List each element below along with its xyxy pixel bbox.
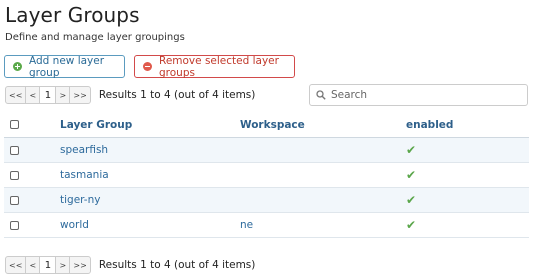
row-checkbox[interactable] bbox=[10, 220, 19, 230]
pager-top: << < 1 > >> Results 1 to 4 (out of 4 ite… bbox=[5, 86, 255, 104]
select-all-checkbox[interactable] bbox=[10, 120, 19, 129]
table-row: tiger-ny ✔ bbox=[4, 188, 529, 213]
table-header-row: Layer Group Workspace enabled bbox=[4, 112, 529, 138]
add-layer-group-button[interactable]: Add new layer group bbox=[4, 54, 125, 79]
add-icon bbox=[13, 62, 22, 71]
pager-bottom: << < 1 > >> Results 1 to 4 (out of 4 ite… bbox=[5, 256, 255, 274]
pager-first-button[interactable]: << bbox=[5, 86, 27, 104]
results-count: Results 1 to 4 (out of 4 items) bbox=[98, 259, 256, 271]
check-icon: ✔ bbox=[406, 143, 417, 157]
results-count: Results 1 to 4 (out of 4 items) bbox=[98, 89, 256, 101]
table-row: world ne ✔ bbox=[4, 213, 529, 238]
layer-groups-table: Layer Group Workspace enabled spearfish … bbox=[4, 112, 529, 238]
layer-group-link[interactable]: spearfish bbox=[60, 138, 108, 162]
pager-first-button[interactable]: << bbox=[5, 256, 27, 274]
row-checkbox[interactable] bbox=[10, 170, 19, 180]
search-input[interactable]: Search bbox=[309, 84, 528, 106]
remove-icon bbox=[143, 62, 152, 71]
check-icon: ✔ bbox=[406, 168, 417, 182]
add-layer-group-label: Add new layer group bbox=[29, 54, 105, 79]
pager-prev-button[interactable]: < bbox=[25, 86, 41, 104]
workspace-link[interactable]: ne bbox=[240, 213, 253, 237]
pager-current-page[interactable]: 1 bbox=[39, 86, 57, 104]
pager-last-button[interactable]: >> bbox=[69, 256, 91, 274]
remove-layer-groups-button[interactable]: Remove selected layer groups bbox=[134, 54, 295, 79]
table-row: spearfish ✔ bbox=[4, 138, 529, 163]
layer-group-link[interactable]: tasmania bbox=[60, 163, 109, 187]
column-header-enabled[interactable]: enabled bbox=[406, 112, 453, 137]
layer-group-link[interactable]: tiger-ny bbox=[60, 188, 100, 212]
layer-group-link[interactable]: world bbox=[60, 213, 89, 237]
remove-layer-groups-label: Remove selected layer groups bbox=[159, 54, 279, 79]
pager-last-button[interactable]: >> bbox=[69, 86, 91, 104]
search-placeholder: Search bbox=[331, 89, 368, 101]
check-icon: ✔ bbox=[406, 193, 417, 207]
page-subtitle: Define and manage layer groupings bbox=[5, 32, 185, 43]
pager-prev-button[interactable]: < bbox=[25, 256, 41, 274]
pager-next-button[interactable]: > bbox=[55, 256, 71, 274]
column-header-layer-group[interactable]: Layer Group bbox=[60, 112, 132, 137]
page-title: Layer Groups bbox=[5, 3, 140, 27]
column-header-workspace[interactable]: Workspace bbox=[240, 112, 305, 137]
check-icon: ✔ bbox=[406, 218, 417, 232]
search-icon bbox=[316, 90, 326, 100]
table-row: tasmania ✔ bbox=[4, 163, 529, 188]
pager-next-button[interactable]: > bbox=[55, 86, 71, 104]
row-checkbox[interactable] bbox=[10, 195, 19, 205]
pager-current-page[interactable]: 1 bbox=[39, 256, 57, 274]
row-checkbox[interactable] bbox=[10, 145, 19, 155]
